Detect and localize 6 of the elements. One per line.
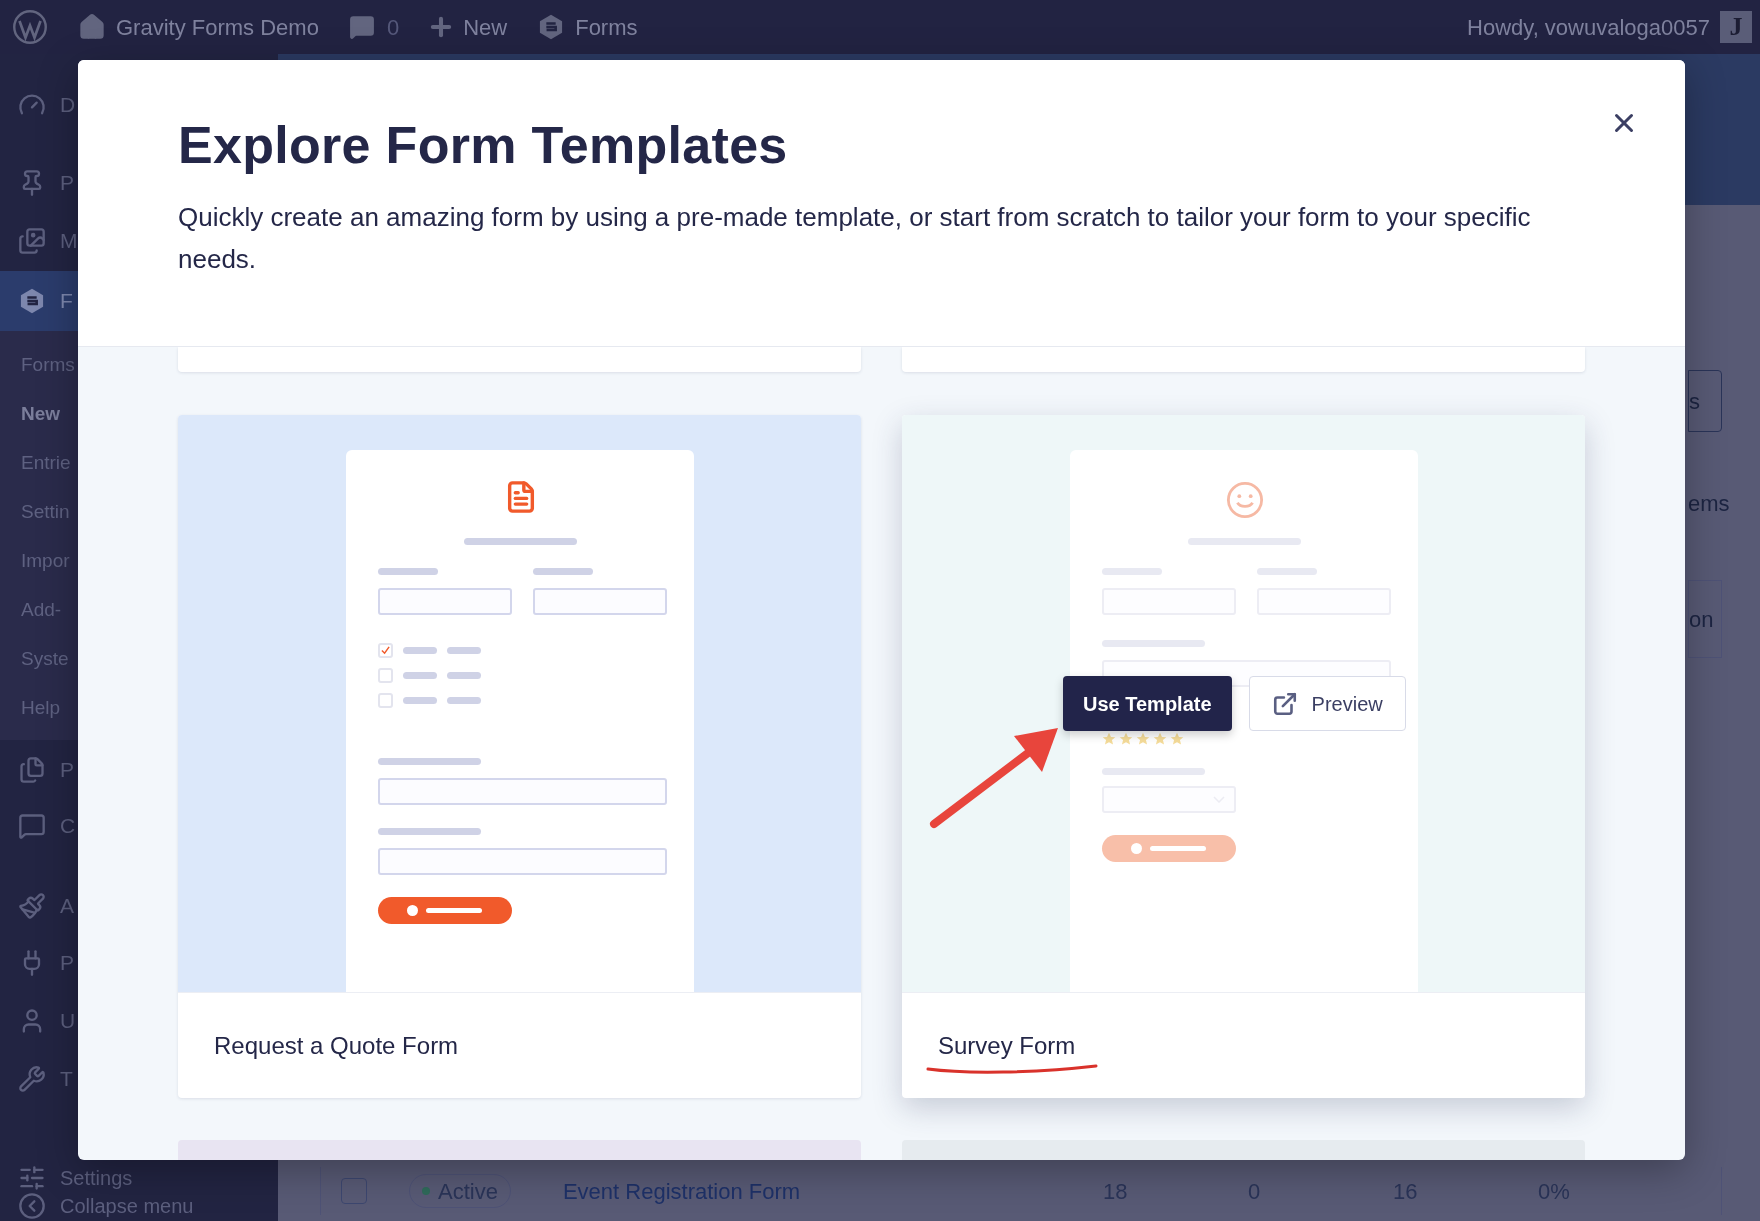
modal-title: Explore Form Templates xyxy=(178,115,789,176)
template-name: Request a Quote Form xyxy=(214,1030,459,1061)
background-column-header: on xyxy=(1688,580,1722,658)
background-text: ems xyxy=(1688,490,1730,518)
modal-description: Quickly create an amazing form by using a pre-made template, or start from scratch to tailor your form to your specific needs. xyxy=(178,201,1532,276)
template-name: Survey Form xyxy=(938,1030,1076,1061)
